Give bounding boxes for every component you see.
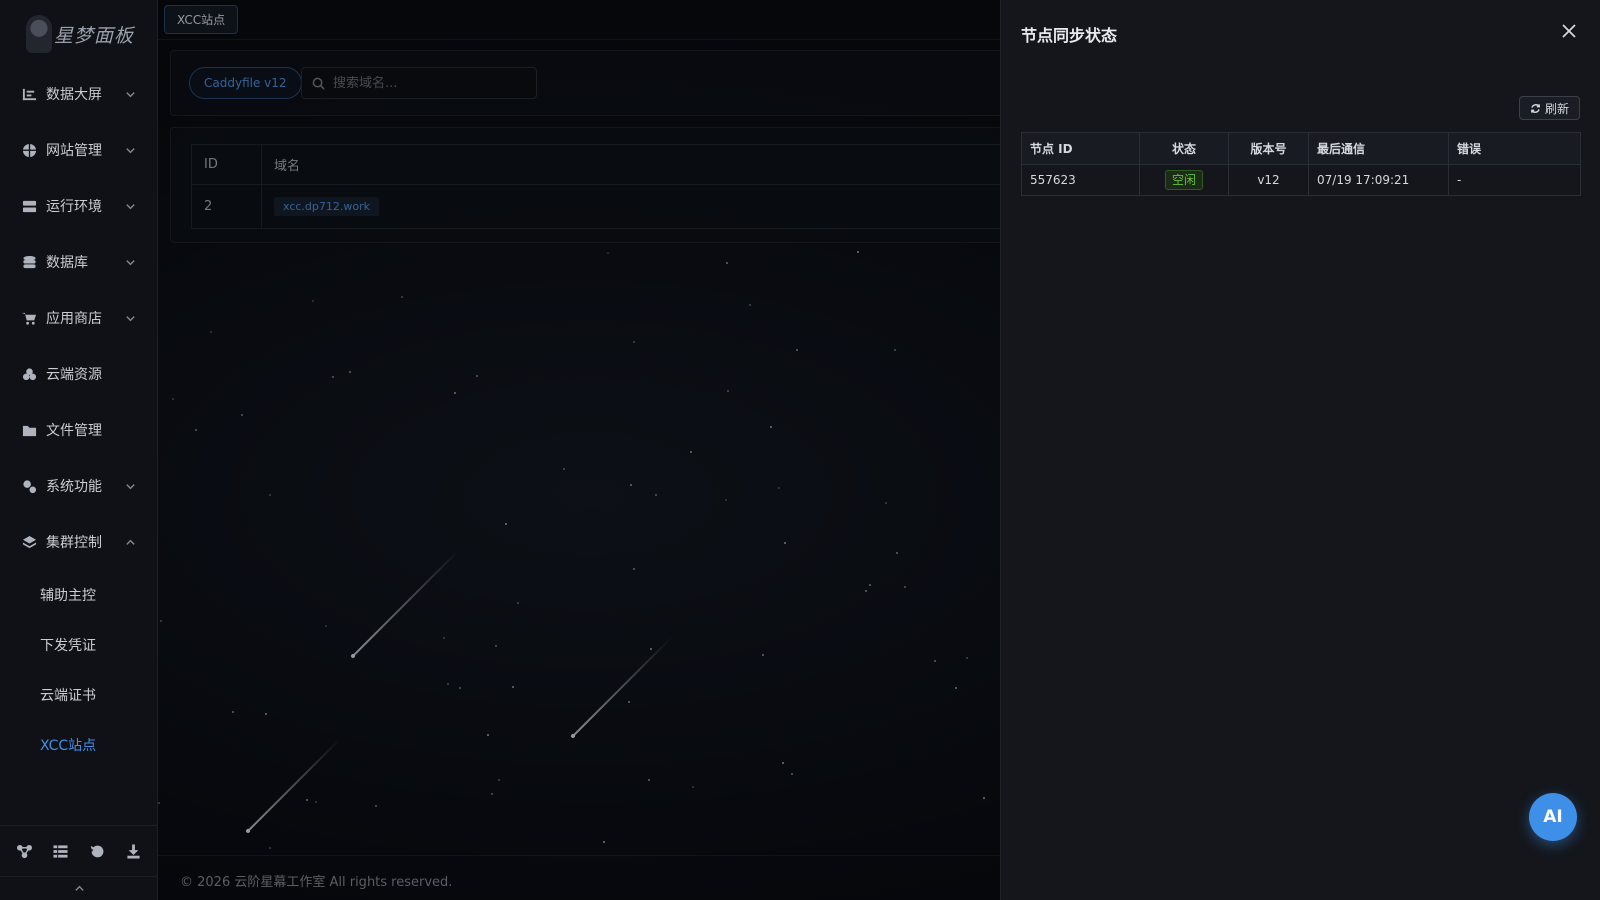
cell-last-contact: 07/19 17:09:21: [1308, 164, 1449, 196]
sidebar-item-label: 网站管理: [46, 143, 102, 159]
submenu-item-aux-master[interactable]: 辅助主控: [0, 570, 158, 620]
refresh-icon: [1531, 103, 1540, 113]
cluster-icon[interactable]: [15, 842, 33, 860]
status-badge: 空闲: [1164, 170, 1203, 190]
ai-assistant-button[interactable]: AI: [1529, 793, 1577, 841]
node-status-table: 节点 ID 状态 版本号 最后通信 错误 557623 空闲 v12 07/19…: [1021, 132, 1581, 196]
chevron-down-icon: [125, 312, 136, 323]
column-header-node-id: 节点 ID: [1021, 132, 1140, 165]
close-icon: [1562, 24, 1576, 38]
database-icon: [21, 254, 37, 270]
sidebar-item-app-store[interactable]: 应用商店: [0, 290, 158, 346]
sidebar-item-label: 数据库: [46, 255, 88, 271]
sidebar-item-label: 集群控制: [46, 535, 102, 551]
chart-icon: [21, 86, 37, 102]
sidebar-item-label: 运行环境: [46, 199, 102, 215]
sidebar-item-cloud-resources[interactable]: 云端资源: [0, 346, 158, 402]
cell-version: v12: [1228, 164, 1309, 196]
submenu-item-xcc-sites[interactable]: XCC站点: [0, 720, 158, 770]
gears-icon: [21, 478, 37, 494]
chevron-down-icon: [125, 88, 136, 99]
globe-icon: [21, 142, 37, 158]
sidebar-item-label: 数据大屏: [46, 87, 102, 103]
download-icon[interactable]: [125, 842, 143, 860]
sidebar-menu: 数据大屏 网站管理 运行环境 数据库 应用商店 云端资源 文件管理 系统功能 集…: [0, 66, 158, 770]
sidebar-item-label: 文件管理: [46, 423, 102, 439]
sidebar-item-file-manager[interactable]: 文件管理: [0, 402, 158, 458]
chevron-down-icon: [125, 256, 136, 267]
cell-status: 空闲: [1139, 164, 1229, 196]
app-logo[interactable]: 星梦面板: [26, 12, 134, 56]
submenu-item-cloud-certs[interactable]: 云端证书: [0, 670, 158, 720]
cart-icon: [21, 310, 37, 326]
chevron-down-icon: [125, 480, 136, 491]
refresh-button[interactable]: 刷新: [1518, 96, 1580, 120]
sidebar-item-label: 应用商店: [46, 311, 102, 327]
folder-icon: [21, 422, 37, 438]
node-sync-drawer: 节点同步状态 刷新 节点 ID 状态 版本号 最后通信 错误 557623 空闲…: [1000, 0, 1600, 900]
sidebar-item-database[interactable]: 数据库: [0, 234, 158, 290]
column-header-error: 错误: [1448, 132, 1581, 165]
column-header-version: 版本号: [1228, 132, 1309, 165]
table-header-row: 节点 ID 状态 版本号 最后通信 错误: [1021, 132, 1581, 165]
sidebar-item-runtime[interactable]: 运行环境: [0, 178, 158, 234]
sidebar-item-system[interactable]: 系统功能: [0, 458, 158, 514]
chevron-down-icon: [125, 200, 136, 211]
history-icon[interactable]: [88, 842, 106, 860]
sidebar-footer-tools: [0, 826, 158, 868]
layers-icon: [21, 534, 37, 550]
submenu-item-issue-credentials[interactable]: 下发凭证: [0, 620, 158, 670]
chevron-down-icon: [125, 144, 136, 155]
chevron-up-icon: [74, 885, 84, 891]
server-icon: [21, 198, 37, 214]
chevron-up-icon: [125, 536, 136, 547]
sidebar-item-dashboard[interactable]: 数据大屏: [0, 66, 158, 122]
list-icon[interactable]: [52, 842, 70, 860]
drawer-title: 节点同步状态: [1021, 26, 1118, 45]
close-button[interactable]: [1560, 22, 1578, 40]
table-row: 557623 空闲 v12 07/19 17:09:21 -: [1021, 164, 1581, 196]
sidebar-item-cluster[interactable]: 集群控制: [0, 514, 158, 570]
cell-node-id: 557623: [1021, 164, 1140, 196]
refresh-label: 刷新: [1544, 101, 1569, 116]
cell-error: -: [1448, 164, 1581, 196]
sidebar-item-websites[interactable]: 网站管理: [0, 122, 158, 178]
column-header-last-contact: 最后通信: [1308, 132, 1449, 165]
column-header-status: 状态: [1139, 132, 1229, 165]
sidebar-footer: [0, 825, 158, 900]
sidebar-item-label: 系统功能: [46, 479, 102, 495]
sidebar-item-label: 云端资源: [46, 367, 102, 383]
sidebar: 星梦面板 数据大屏 网站管理 运行环境 数据库 应用商店 云端资源 文件管理 系…: [0, 0, 158, 900]
logo-avatar-icon: [26, 15, 52, 53]
collapse-button[interactable]: [0, 876, 158, 900]
cloud-icon: [21, 366, 37, 382]
logo-text: 星梦面板: [54, 24, 135, 47]
